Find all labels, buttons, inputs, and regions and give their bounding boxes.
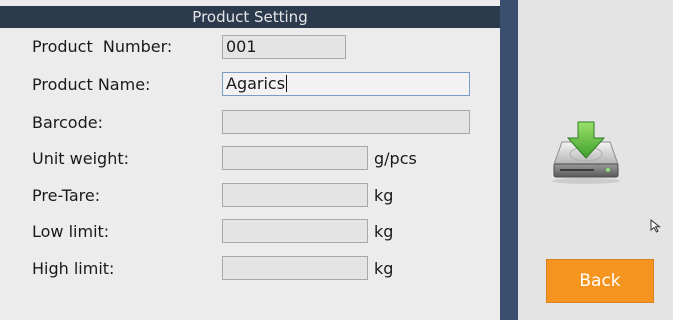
panel-divider [500, 0, 518, 320]
pre-tare-label: Pre-Tare: [32, 186, 101, 205]
pre-tare-unit: kg [374, 186, 394, 205]
barcode-field[interactable] [222, 110, 470, 134]
unit-weight-unit: g/pcs [374, 149, 417, 168]
low-limit-unit: kg [374, 222, 394, 241]
product-number-field[interactable]: 001 [222, 35, 346, 59]
pre-tare-field[interactable] [222, 183, 368, 207]
product-number-label: Product Number: [32, 37, 173, 56]
mouse-pointer-icon [650, 219, 661, 233]
low-limit-label: Low limit: [32, 222, 110, 241]
high-limit-label: High limit: [32, 259, 115, 278]
unit-weight-label: Unit weight: [32, 149, 129, 168]
high-limit-unit: kg [374, 259, 394, 278]
high-limit-field[interactable] [222, 256, 368, 280]
product-name-value: Agarics [226, 74, 286, 93]
barcode-label: Barcode: [32, 113, 103, 132]
save-download-icon[interactable] [548, 120, 624, 186]
unit-weight-field[interactable] [222, 146, 368, 170]
product-name-label: Product Name: [32, 75, 151, 94]
back-button[interactable]: Back [546, 259, 654, 303]
text-caret [286, 75, 288, 92]
low-limit-field[interactable] [222, 219, 368, 243]
product-name-field[interactable]: Agarics [222, 72, 470, 96]
product-setting-form: Product Setting Product Number: 001 Prod… [0, 0, 500, 320]
page-title: Product Setting [0, 6, 500, 28]
